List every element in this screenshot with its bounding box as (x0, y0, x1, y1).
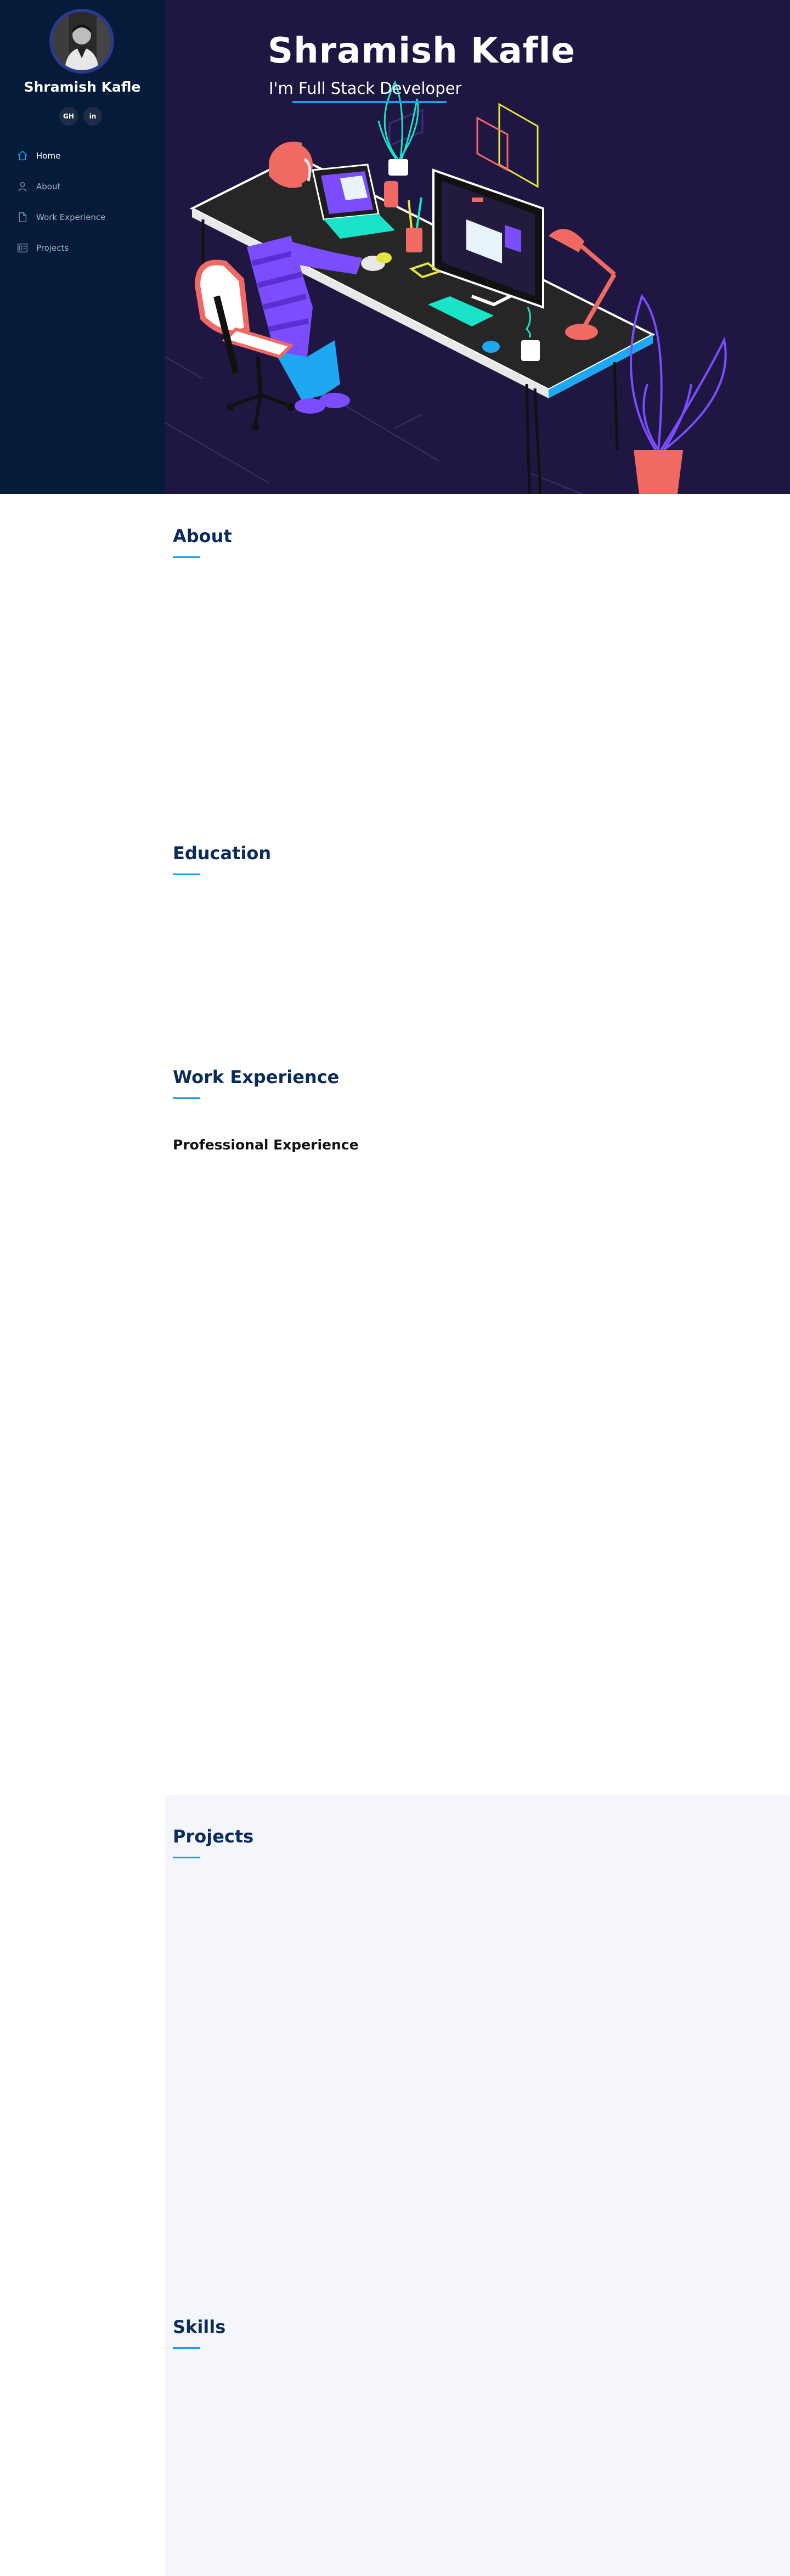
projects-icon (18, 243, 27, 253)
github-link[interactable]: GH (59, 107, 78, 126)
nav-label-work: Work Experience (36, 212, 106, 222)
developer-desk-illustration (165, 80, 727, 494)
nav-label-home: Home (36, 151, 61, 161)
education-title-underline (173, 873, 200, 875)
file-icon (19, 212, 27, 222)
avatar-photo (53, 12, 111, 70)
work-experience-title-underline (173, 1097, 200, 1099)
education-section-title: Education (173, 843, 272, 864)
nav-label-projects: Projects (36, 243, 69, 253)
nav-item-home[interactable]: Home (16, 148, 60, 164)
skills-title-underline (173, 2347, 200, 2349)
projects-section-title: Projects (173, 1826, 254, 1847)
hero-subtitle: I'm Full Stack Developer (269, 79, 462, 98)
hero-section: Shramish Kafle I'm Full Stack Developer (165, 0, 790, 494)
projects-skills-background (165, 1795, 790, 2576)
sidebar-name: Shramish Kafle (24, 79, 141, 95)
github-icon: GH (63, 112, 74, 120)
nav-item-about[interactable]: About (16, 178, 60, 195)
nav-label-about: About (36, 182, 61, 191)
hero-title: Shramish Kafle (268, 31, 575, 71)
work-experience-section-title: Work Experience (173, 1067, 340, 1087)
about-section-title: About (173, 526, 232, 546)
linkedin-icon: in (89, 112, 97, 120)
linkedin-link[interactable]: in (83, 107, 102, 126)
hero-subtitle-underline (292, 101, 447, 103)
avatar (49, 9, 114, 74)
nav-item-work-experience[interactable]: Work Experience (16, 209, 105, 226)
person-icon (18, 182, 27, 191)
skills-section-title: Skills (173, 2316, 226, 2337)
about-title-underline (173, 556, 200, 558)
home-icon (18, 150, 27, 161)
projects-title-underline (173, 1857, 200, 1858)
sidebar: Shramish Kafle GH in Home About Work Exp… (0, 0, 165, 494)
nav-item-projects[interactable]: Projects (16, 240, 69, 256)
professional-experience-heading: Professional Experience (173, 1137, 359, 1153)
